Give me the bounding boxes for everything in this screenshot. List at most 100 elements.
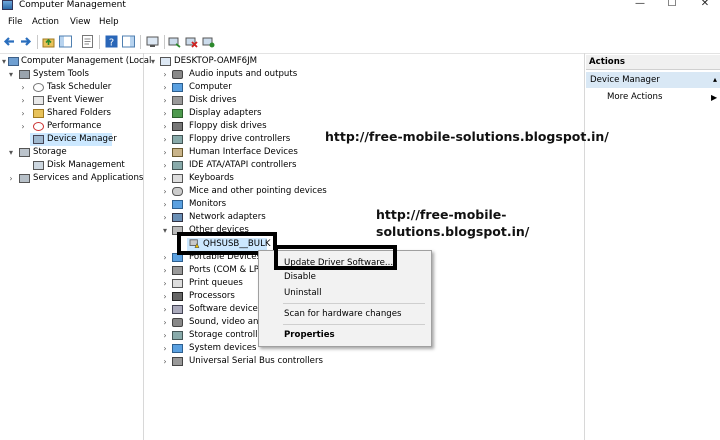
tree-item-label: Performance [47,121,102,131]
expand-arrow-icon[interactable]: › [161,264,169,277]
usb-icon [172,357,183,366]
expand-arrow-icon[interactable]: › [161,81,169,94]
more-actions-link[interactable]: More Actions [607,92,662,103]
device-category-network-adapters[interactable]: › Network adapters [161,211,391,224]
expand-arrow-icon[interactable]: › [19,81,27,94]
collapse-arrow-icon[interactable]: ▾ [0,55,8,68]
device-category-ide-controllers[interactable]: › IDE ATA/ATAPI controllers [161,159,391,172]
floppy-disk-icon [172,122,183,131]
close-button[interactable]: ✕ [690,0,720,11]
device-category-label: Disk drives [189,95,237,105]
expand-arrow-icon[interactable]: › [161,251,169,264]
tree-item-performance[interactable]: › Performance [0,120,143,133]
back-arrow-icon[interactable] [3,35,16,48]
expand-arrow-icon[interactable]: › [161,198,169,211]
tree-item-event-viewer[interactable]: › Event Viewer [0,94,143,107]
maximize-button[interactable]: ☐ [657,0,687,11]
menu-item-scan-hardware[interactable]: Scan for hardware changes [284,308,401,320]
uninstall-device-icon[interactable] [185,35,198,48]
tree-item-task-scheduler[interactable]: › Task Scheduler [0,81,143,94]
actions-section-device-manager[interactable]: Device Manager ▴ [586,72,720,88]
device-category-keyboards[interactable]: › Keyboards [161,172,391,185]
mouse-icon [172,187,183,196]
expand-arrow-icon[interactable]: › [161,303,169,316]
device-view-icon[interactable] [146,35,159,48]
expand-arrow-icon[interactable]: › [161,277,169,290]
collapse-arrow-icon[interactable]: ▾ [7,146,15,159]
expand-arrow-icon[interactable]: › [161,172,169,185]
minimize-button[interactable]: — [625,0,655,11]
expand-arrow-icon[interactable]: › [161,185,169,198]
show-hide-console-tree-icon[interactable] [59,35,72,48]
expand-arrow-icon[interactable]: › [161,133,169,146]
services-icon [19,174,30,183]
tree-item-shared-folders[interactable]: › Shared Folders [0,107,143,120]
tree-item-device-manager[interactable]: Device Manager [30,133,117,146]
menu-view[interactable]: View [70,17,90,28]
submenu-arrow-icon: ▶ [711,93,718,102]
expand-arrow-icon[interactable]: › [161,329,169,342]
expand-arrow-icon[interactable]: › [161,290,169,303]
sound-icon [172,318,183,327]
ide-controller-icon [172,161,183,170]
expand-arrow-icon[interactable]: › [161,107,169,120]
device-root-label: DESKTOP-OAMF6JM [174,56,258,66]
collapse-triangle-icon[interactable]: ▴ [713,72,717,88]
expand-arrow-icon[interactable]: › [161,342,169,355]
expand-arrow-icon[interactable]: › [161,94,169,107]
expand-arrow-icon[interactable]: › [19,107,27,120]
tree-item-system-tools[interactable]: ▾ System Tools [0,68,143,81]
tree-item-services-and-applications[interactable]: › Services and Applications [0,172,143,185]
scan-hardware-icon[interactable] [168,35,181,48]
controller-icon [172,135,183,144]
device-category-audio[interactable]: › Audio inputs and outputs [161,68,391,81]
expand-arrow-icon[interactable]: › [161,120,169,133]
properties-icon[interactable] [81,35,94,48]
up-folder-icon[interactable] [42,35,55,48]
menu-item-disable[interactable]: Disable [284,271,316,283]
expand-arrow-icon[interactable]: › [161,159,169,172]
menu-action[interactable]: Action [32,17,59,28]
collapse-arrow-icon[interactable]: ▾ [149,55,157,68]
expand-arrow-icon[interactable]: › [7,172,15,185]
device-category-usb-controllers[interactable]: › Universal Serial Bus controllers [161,355,391,368]
expand-arrow-icon[interactable]: › [161,211,169,224]
expand-arrow-icon[interactable]: › [161,146,169,159]
clock-icon [33,83,44,92]
device-category-disk-drives[interactable]: › Disk drives [161,94,391,107]
device-category-computer[interactable]: › Computer [161,81,391,94]
menu-bar: File Action View Help [0,14,720,31]
device-category-mice[interactable]: › Mice and other pointing devices [161,185,391,198]
collapse-arrow-icon[interactable]: ▾ [7,68,15,81]
forward-arrow-icon[interactable] [19,35,32,48]
menu-help[interactable]: Help [99,17,119,28]
device-category-label: Human Interface Devices [189,147,298,157]
device-category-monitors[interactable]: › Monitors [161,198,391,211]
help-icon[interactable]: ? [105,35,118,48]
show-hide-action-pane-icon[interactable] [122,35,135,48]
tree-item-disk-management[interactable]: Disk Management [0,159,143,172]
device-category-label: Monitors [189,199,227,209]
update-driver-icon[interactable] [202,35,215,48]
disk-management-icon [33,161,44,170]
expand-arrow-icon[interactable]: › [19,120,27,133]
tree-item-computer-management[interactable]: ▾ Computer Management (Local [0,55,151,68]
menu-file[interactable]: File [8,17,22,28]
tree-item-label: Services and Applications [33,173,144,183]
expand-arrow-icon[interactable]: › [161,355,169,368]
tools-icon [19,70,30,79]
menu-item-properties[interactable]: Properties [284,329,335,341]
expand-arrow-icon[interactable]: › [161,68,169,81]
monitor-icon [172,83,183,92]
device-tree-root[interactable]: ▾ DESKTOP-OAMF6JM [149,55,349,68]
expand-arrow-icon[interactable]: › [19,94,27,107]
device-category-label: Storage controller [189,330,267,340]
tree-item-storage[interactable]: ▾ Storage [0,146,143,159]
menu-item-uninstall[interactable]: Uninstall [284,287,321,299]
collapse-arrow-icon[interactable]: ▾ [161,224,169,237]
actions-header: Actions [586,55,720,70]
device-category-human-interface-devices[interactable]: › Human Interface Devices [161,146,391,159]
expand-arrow-icon[interactable]: › [161,316,169,329]
shared-folder-icon [33,109,44,118]
device-category-display-adapters[interactable]: › Display adapters [161,107,391,120]
